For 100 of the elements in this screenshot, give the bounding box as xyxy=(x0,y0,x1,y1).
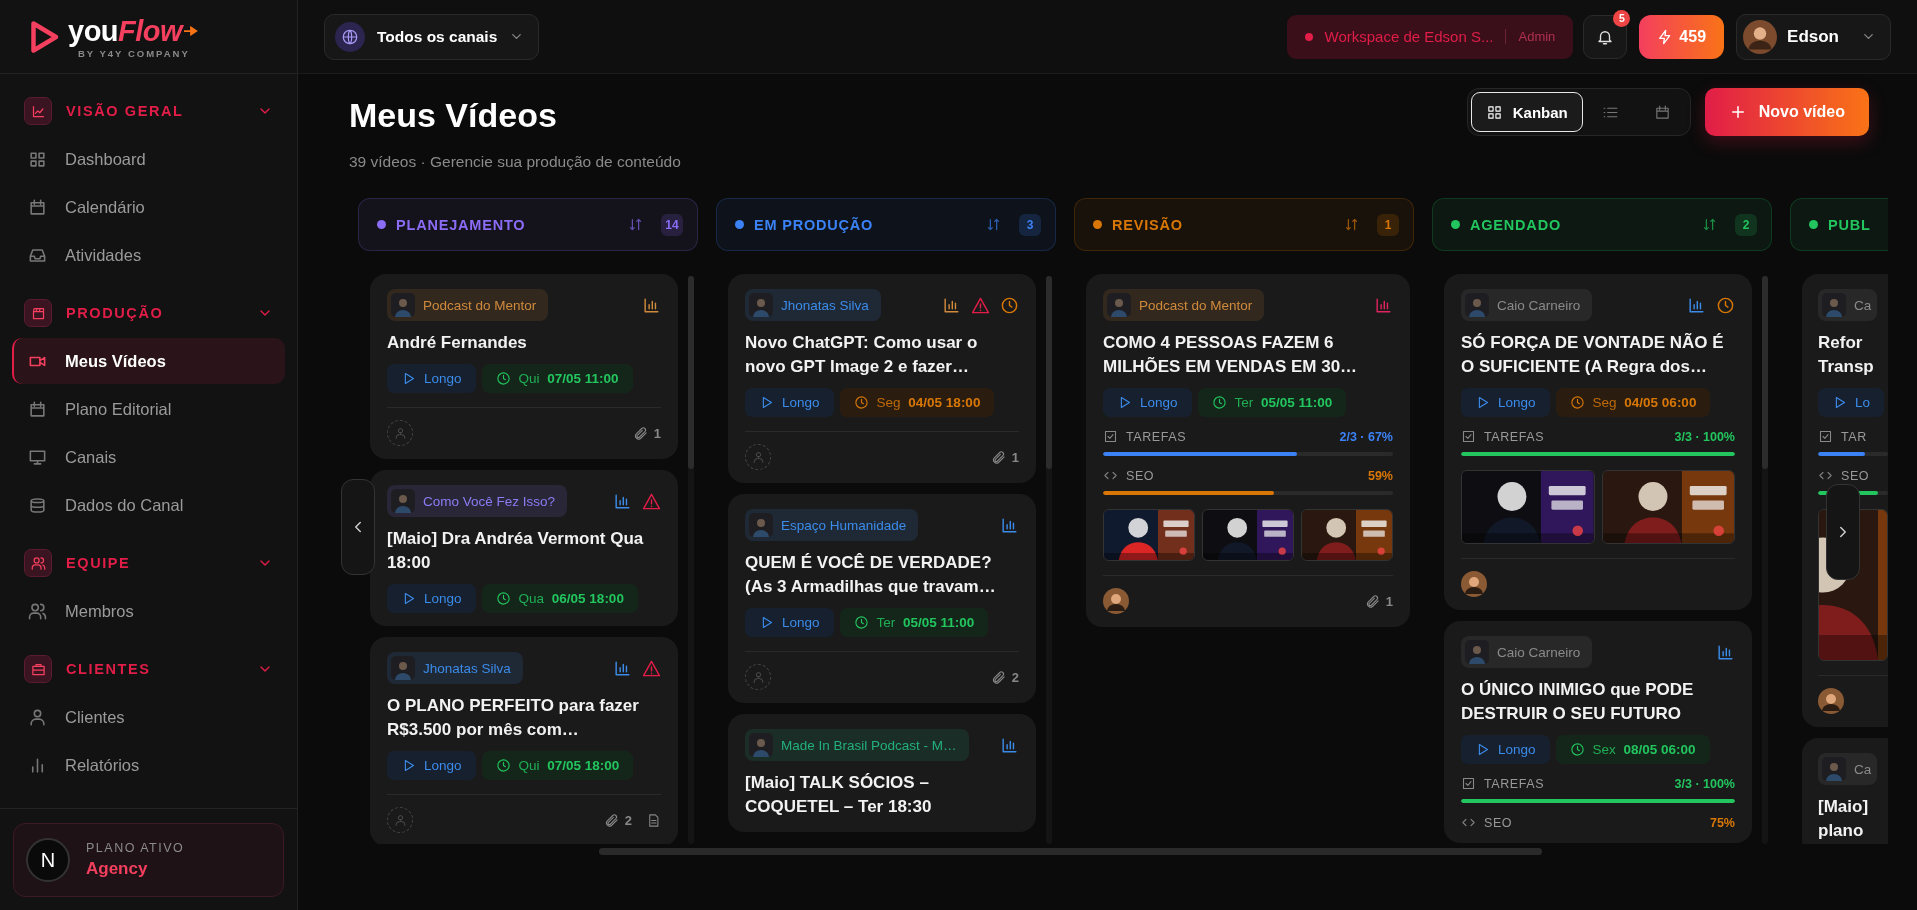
page-subtitle: 39 vídeos · Gerencie sua produção de conteúdo xyxy=(349,153,682,171)
video-card[interactable]: Caio Carneiro SÓ FORÇA DE VONTADE NÃO É O SUFICIENTE (A Regra dos… Longo Seg 04/05 06:00 TAREFAS 3/3 · 100% xyxy=(1444,274,1752,610)
column-title: EM PRODUÇÃO xyxy=(754,216,875,233)
nav-item[interactable]: Dashboard xyxy=(12,136,285,182)
avatar-icon[interactable] xyxy=(1103,588,1129,614)
nav-item[interactable]: Canais xyxy=(12,434,285,480)
channel-name: Made In Brasil Podcast - M… xyxy=(781,737,957,753)
checkbox-icon xyxy=(1461,429,1476,444)
scrollbar[interactable] xyxy=(1046,276,1052,844)
checkbox-icon xyxy=(1818,429,1833,444)
card-title: QUEM É VOCÊ DE VERDADE? (As 3 Armadilhas que travam… xyxy=(745,552,997,598)
nav-item[interactable]: Dados do Canal xyxy=(12,482,285,528)
video-card[interactable]: Jhonatas Silva Novo ChatGPT: Como usar o novo GPT Image 2 e fazer… Longo Seg 04/05 18:00 1 xyxy=(728,274,1036,483)
clock-icon xyxy=(1211,395,1227,410)
plan-label: PLANO ATIVO xyxy=(86,841,185,855)
channel-name: Ca xyxy=(1854,297,1872,313)
attachment-count: 1 xyxy=(653,425,661,441)
avatar-icon[interactable] xyxy=(1818,688,1844,714)
scroll-left-button[interactable] xyxy=(341,479,375,575)
scroll-right-button[interactable] xyxy=(1826,484,1860,580)
nav-item[interactable]: Plano Editorial xyxy=(12,386,285,432)
due-date: Seg 04/05 18:00 xyxy=(876,395,981,410)
video-card[interactable]: Made In Brasil Podcast - M… [Maio] TALK SÓCIOS – COQUETEL – Ter 18:30 xyxy=(728,714,1036,832)
video-card[interactable]: Podcast do Mentor André Fernandes Longo Qui 07/05 11:00 1 xyxy=(370,274,678,459)
video-card[interactable]: Caio Carneiro O ÚNICO INIMIGO que PODE DESTRUIR O SEU FUTURO Longo Sex 08/05 06:00 TAREFAS 3/3 · 100% SEO 75% xyxy=(1444,621,1752,843)
due-date: Ter 05/05 11:00 xyxy=(876,615,975,630)
database-icon xyxy=(28,495,47,515)
plan-card[interactable]: N PLANO ATIVO Agency xyxy=(13,823,284,897)
user-icon xyxy=(393,426,407,440)
workspace-badge[interactable]: Workspace de Edson S... Admin xyxy=(1286,14,1574,59)
section-title[interactable]: PRODUÇÃO xyxy=(66,305,243,321)
section-title[interactable]: VISÃO GERAL xyxy=(66,103,243,119)
meter-label: TAR xyxy=(1841,429,1867,444)
avatar-icon[interactable] xyxy=(1461,571,1487,597)
avatar-icon xyxy=(749,733,773,757)
channel-name: Jhonatas Silva xyxy=(423,660,511,676)
card-title: [Maio] TALK SÓCIOS – COQUETEL – Ter 18:30 xyxy=(745,772,933,818)
users-icon xyxy=(30,555,46,571)
clapperboard-icon xyxy=(30,305,46,321)
attachment-count: 2 xyxy=(624,812,632,828)
grid-icon xyxy=(1485,103,1503,121)
nav-item[interactable]: Membros xyxy=(12,588,285,634)
scrollbar[interactable] xyxy=(1762,276,1768,844)
avatar-icon xyxy=(749,513,773,537)
video-card[interactable]: Podcast do Mentor COMO 4 PESSOAS FAZEM 6 MILHÕES EM VENDAS EM 30… Longo Ter 05/05 11:00 TAREFAS 2/3 · 67% SEO 59% 1 xyxy=(1086,274,1410,627)
meter-label: TAREFAS xyxy=(1484,776,1545,791)
sort-icon[interactable] xyxy=(628,217,643,232)
attachment-count: 2 xyxy=(1011,669,1019,685)
card-title: COMO 4 PESSOAS FAZEM 6 MILHÕES EM VENDAS EM 30… xyxy=(1103,332,1359,378)
meter-reading: 2/3 · 67% xyxy=(1339,429,1393,444)
due-date: Ter 05/05 11:00 xyxy=(1234,395,1333,410)
checkbox-icon xyxy=(1461,776,1476,791)
nav-item[interactable]: Meus Vídeos xyxy=(12,338,285,384)
count-badge: 2 xyxy=(1735,213,1757,236)
due-date: Qui 07/05 11:00 xyxy=(518,371,619,386)
nav-item[interactable]: Clientes xyxy=(12,694,285,740)
sort-icon[interactable] xyxy=(986,217,1001,232)
section-title[interactable]: CLIENTES xyxy=(66,661,243,677)
sort-icon[interactable] xyxy=(1344,217,1359,232)
avatar-icon xyxy=(391,293,415,317)
card-title: Refor Transp xyxy=(1818,332,1875,378)
format-tag: Longo xyxy=(1461,735,1550,764)
avatar-icon xyxy=(391,489,415,513)
card-title: Novo ChatGPT: Como usar o novo GPT Image 2 e fazer… xyxy=(745,332,979,378)
video-card[interactable]: Espaço Humanidade QUEM É VOCÊ DE VERDADE? (As 3 Armadilhas que travam… Longo Ter 05/05 11:00 2 xyxy=(728,494,1036,703)
horizontal-scrollbar[interactable] xyxy=(599,848,1542,855)
paperclip-icon xyxy=(1364,593,1380,609)
card-title: SÓ FORÇA DE VONTADE NÃO É O SUFICIENTE (A Regra dos… xyxy=(1461,332,1725,378)
user-icon xyxy=(393,813,407,827)
card-title: [Maio] Dra Andréa Vermont Qua 18:00 xyxy=(387,528,645,574)
user-menu[interactable]: Edson xyxy=(1736,13,1891,60)
clock-icon xyxy=(1569,742,1585,757)
format-tag: Longo xyxy=(745,608,834,637)
video-card[interactable]: Jhonatas Silva O PLANO PERFEITO para fazer R$3.500 por mês com… Longo Qui 07/05 18:00 2 xyxy=(370,637,678,844)
scrollbar[interactable] xyxy=(688,276,694,844)
due-date: Seg 04/05 06:00 xyxy=(1592,395,1697,410)
channel-picker[interactable]: Todos os canais xyxy=(324,13,540,60)
grid-icon xyxy=(28,149,47,169)
video-card[interactable]: Como Você Fez Isso? [Maio] Dra Andréa Vermont Qua 18:00 Longo Qua 06/05 18:00 xyxy=(370,470,678,626)
sort-icon[interactable] xyxy=(1702,217,1717,232)
meter-reading: 3/3 · 100% xyxy=(1674,429,1735,444)
nav-item[interactable]: Relatórios xyxy=(12,742,285,788)
video-card[interactable]: Ca [Maio] plano xyxy=(1802,738,1888,844)
channel-name: Jhonatas Silva xyxy=(781,297,869,313)
plan-name: Agency xyxy=(86,859,149,879)
calendar-icon xyxy=(1654,103,1672,121)
count-badge: 14 xyxy=(661,213,683,236)
new-video-button[interactable]: Novo vídeo xyxy=(1704,88,1869,136)
nav-item[interactable]: Atividades xyxy=(12,232,285,278)
checkbox-icon xyxy=(1103,429,1118,444)
section-title[interactable]: EQUIPE xyxy=(66,555,243,571)
user-icon xyxy=(28,707,47,727)
clock-icon xyxy=(1569,395,1585,410)
nav-item[interactable]: Calendário xyxy=(12,184,285,230)
format-tag: Longo xyxy=(387,584,476,613)
column-title: PLANEJAMENTO xyxy=(396,216,527,233)
view-tab[interactable]: Kanban xyxy=(1470,92,1583,132)
video-card[interactable]: Ca Refor Transp Lo TAR SEO xyxy=(1802,274,1888,727)
calendar-icon xyxy=(28,399,47,419)
calendar-icon xyxy=(28,197,47,217)
